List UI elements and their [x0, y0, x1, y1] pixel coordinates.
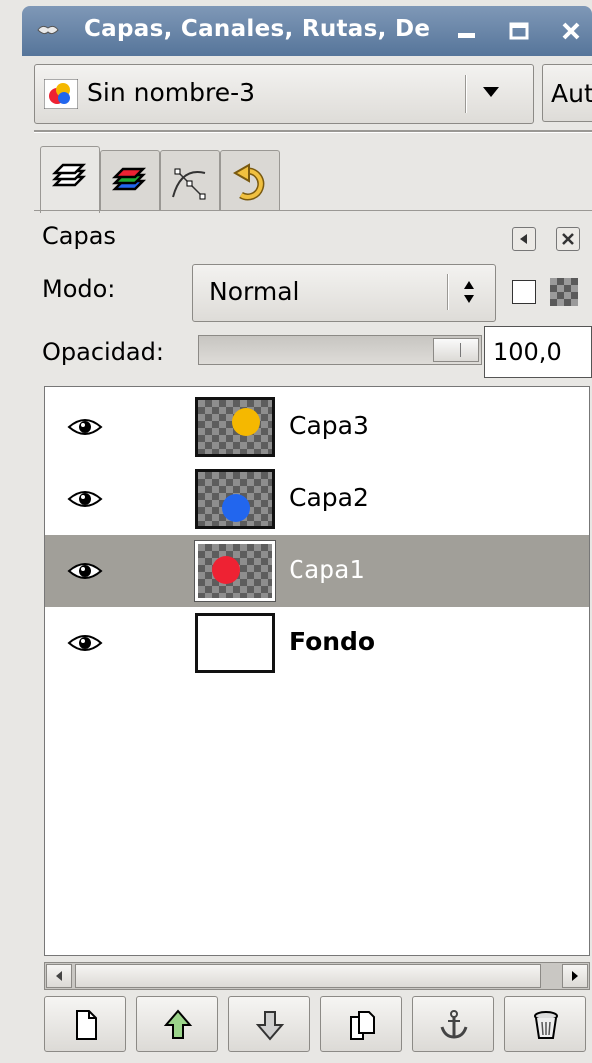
chevron-down-icon[interactable] [483, 87, 499, 97]
undo-history-icon [232, 163, 265, 201]
raise-layer-button[interactable] [136, 996, 218, 1052]
mode-select[interactable]: Normal [192, 264, 496, 322]
close-icon[interactable] [558, 18, 584, 44]
anchor-layer-button[interactable] [412, 996, 494, 1052]
divider [34, 130, 592, 133]
layer-actions-bar [44, 996, 592, 1054]
minimize-icon[interactable] [454, 18, 480, 44]
layer-list[interactable]: Capa3 Capa2 Capa1 Fondo [44, 386, 590, 956]
layer-row[interactable]: Capa3 [45, 391, 589, 463]
mode-label: Modo: [42, 275, 116, 303]
tab-channels[interactable] [100, 150, 160, 211]
title-bar[interactable]: Capas, Canales, Rutas, De [22, 6, 592, 56]
keep-transparency-checkbox[interactable] [512, 280, 536, 304]
layers-icon [51, 163, 87, 187]
triangle-right-icon [572, 971, 578, 981]
opacity-slider-handle[interactable] [433, 338, 479, 362]
horizontal-scrollbar[interactable] [44, 962, 590, 990]
layer-name: Capa1 [289, 555, 365, 584]
channels-icon [111, 167, 147, 191]
scrollbar-thumb[interactable] [75, 964, 541, 988]
close-icon [562, 233, 574, 245]
layer-row[interactable]: Capa2 [45, 463, 589, 535]
maximize-icon[interactable] [506, 18, 532, 44]
panel-close-button[interactable] [556, 227, 580, 251]
eye-icon[interactable] [67, 487, 103, 511]
delete-layer-button[interactable] [504, 996, 586, 1052]
lower-layer-button[interactable] [228, 996, 310, 1052]
layer-dot [212, 556, 240, 584]
tab-paths[interactable] [160, 150, 220, 211]
image-thumbnail-icon [44, 79, 78, 109]
panel-menu-button[interactable] [512, 227, 536, 251]
dock-tabs [34, 146, 592, 213]
triangle-left-icon [520, 234, 527, 244]
raise-layer-icon [163, 1009, 193, 1039]
window-title: Capas, Canales, Rutas, De [84, 16, 431, 42]
tab-undo-history[interactable] [220, 150, 280, 211]
new-layer-icon [76, 1010, 97, 1040]
tab-layers[interactable] [40, 146, 100, 213]
eye-icon[interactable] [67, 415, 103, 439]
image-name: Sin nombre-3 [87, 78, 256, 107]
layer-row[interactable]: Fondo [45, 607, 589, 679]
layer-dot [222, 494, 250, 522]
up-down-arrows-icon [464, 281, 474, 303]
tab-divider [34, 210, 592, 211]
lower-layer-icon [255, 1011, 285, 1041]
opacity-slider[interactable] [198, 335, 482, 365]
anchor-layer-icon [440, 1010, 468, 1039]
layer-thumbnail [195, 397, 275, 457]
combo-separator [447, 274, 449, 310]
image-combo[interactable]: Sin nombre-3 [34, 64, 534, 124]
layer-thumbnail [195, 541, 275, 601]
duplicate-layer-icon [350, 1011, 375, 1040]
combo-separator [465, 75, 467, 113]
new-layer-button[interactable] [44, 996, 126, 1052]
layer-name: Fondo [289, 627, 376, 656]
delete-layer-icon [534, 1011, 558, 1039]
triangle-left-icon [56, 971, 62, 981]
layer-name: Capa2 [289, 483, 369, 512]
layer-dot [232, 408, 260, 436]
transparency-icon [550, 278, 578, 306]
opacity-label: Opacidad: [42, 338, 164, 366]
panel-title: Capas [42, 222, 116, 250]
duplicate-layer-button[interactable] [320, 996, 402, 1052]
opacity-spinbutton[interactable]: 100,0 [484, 326, 592, 378]
eye-icon[interactable] [67, 559, 103, 583]
layer-thumbnail [195, 469, 275, 529]
gimp-app-icon[interactable] [36, 18, 60, 42]
auto-button[interactable]: Auto [542, 64, 592, 122]
scroll-left-button[interactable] [46, 964, 72, 988]
image-selector-row: Sin nombre-3 Auto [30, 60, 592, 128]
eye-icon[interactable] [67, 631, 103, 655]
paths-icon [172, 168, 206, 200]
mode-value: Normal [209, 277, 300, 306]
scroll-right-button[interactable] [562, 964, 588, 988]
layer-row-selected[interactable]: Capa1 [45, 535, 589, 607]
layer-name: Capa3 [289, 411, 369, 440]
layers-dialog-window: Capas, Canales, Rutas, De Sin nombre-3 A… [0, 0, 592, 1063]
layer-thumbnail [195, 613, 275, 673]
